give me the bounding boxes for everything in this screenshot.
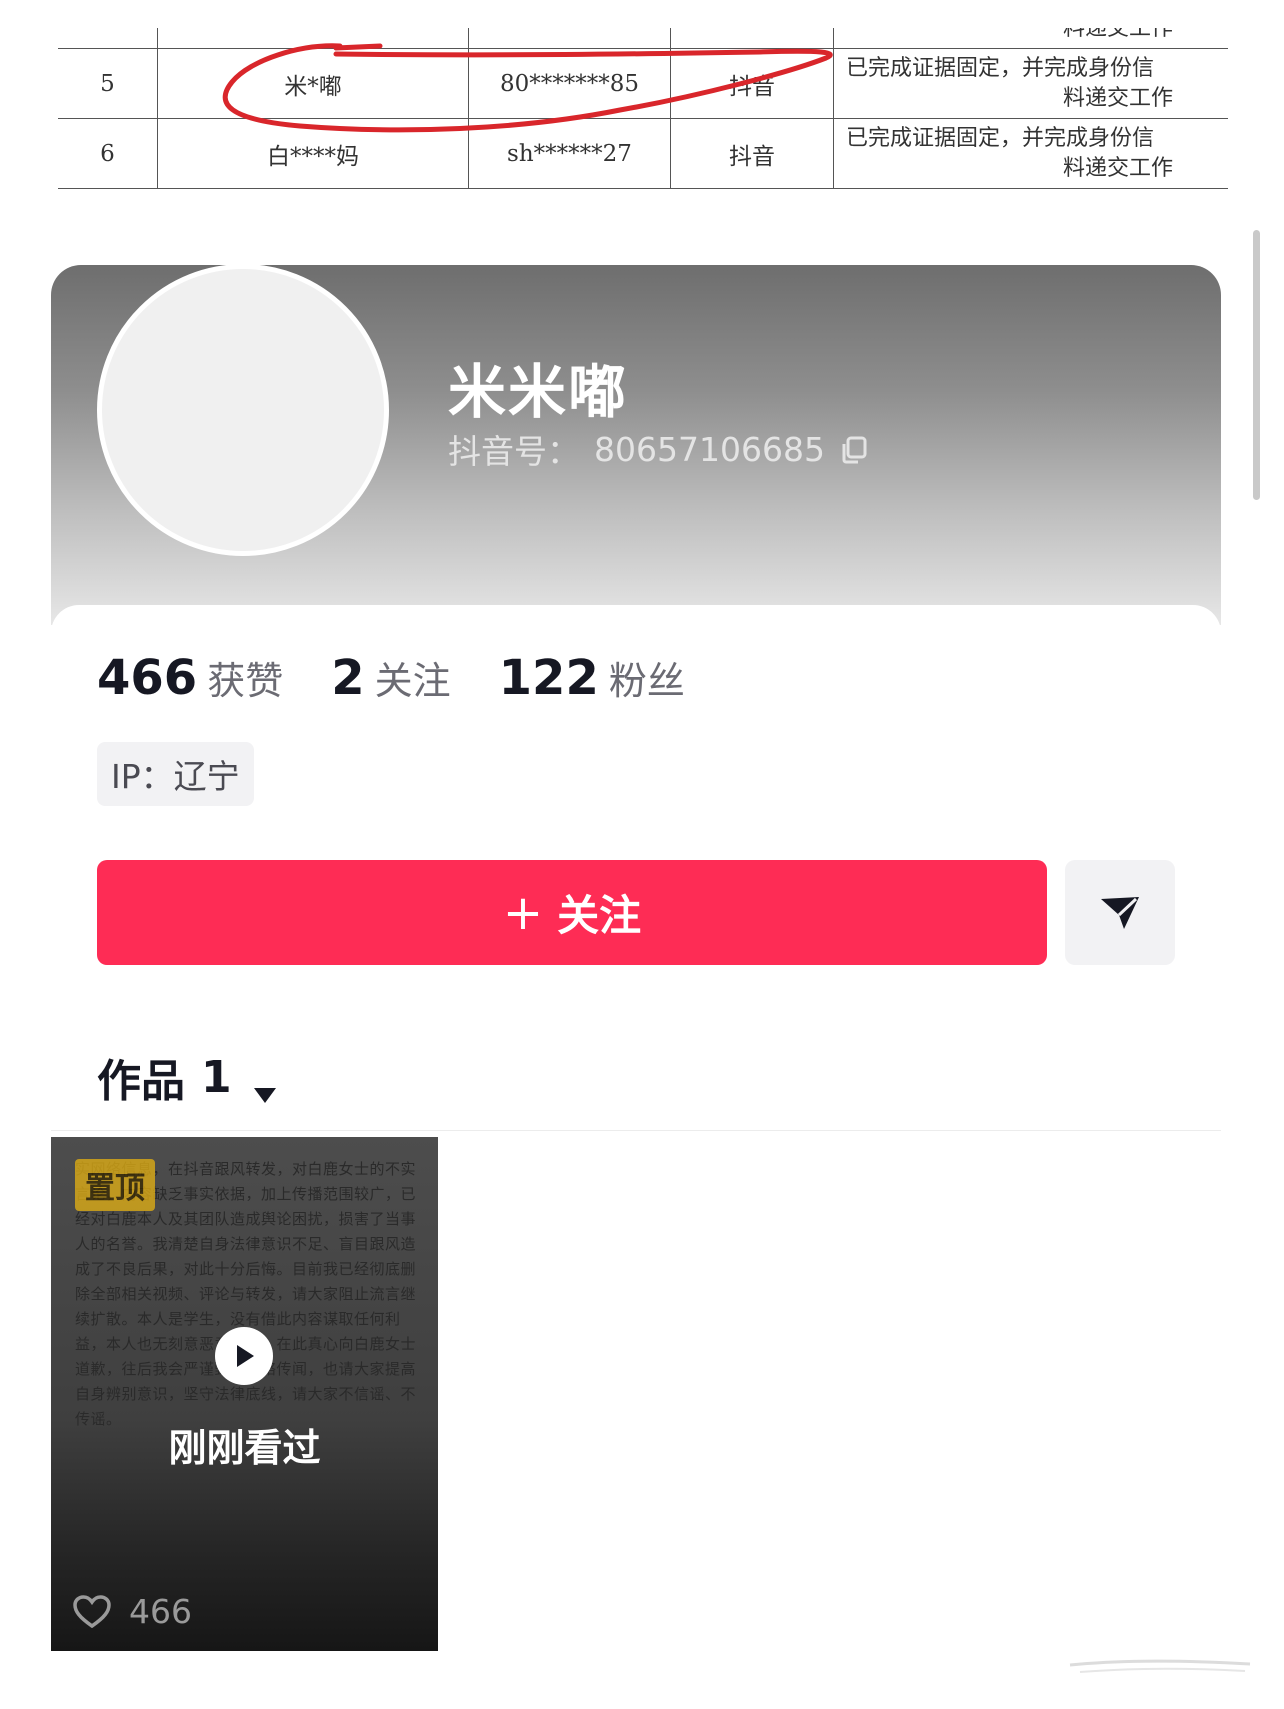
douyin-id-row: 抖音号： 80657106685 <box>448 425 869 473</box>
stat-followers[interactable]: 122 粉丝 <box>499 650 685 706</box>
table-cell-no: 5 <box>58 48 158 119</box>
stat-label: 获赞 <box>207 659 284 703</box>
send-icon <box>1101 896 1139 929</box>
table-cell-name: 米*嘟 <box>157 48 469 119</box>
heart-icon <box>73 1594 111 1628</box>
table-cell-status: 料递交工作 <box>833 28 1228 49</box>
send-message-button[interactable] <box>1065 860 1175 965</box>
recently-watched-label: 刚刚看过 <box>168 1426 321 1470</box>
table-cell-account: 80*******85 <box>468 48 671 119</box>
tab-divider <box>51 1130 1221 1131</box>
avatar[interactable] <box>97 264 389 556</box>
douyin-id-label: 抖音号： <box>448 432 580 471</box>
stat-value: 466 <box>97 650 198 706</box>
pinned-badge: 置顶 <box>75 1159 155 1211</box>
copy-icon[interactable] <box>839 434 869 464</box>
caret-down-icon <box>252 1066 278 1103</box>
table-row: 6 白****妈 sh******27 抖音 已完成证据固定，并完成身份信 料递… <box>58 118 1228 189</box>
table-row: 5 米*嘟 80*******85 抖音 已完成证据固定，并完成身份信 料递交工… <box>58 48 1228 119</box>
douyin-id-value: 80657106685 <box>594 429 825 469</box>
table-cell-status: 已完成证据固定，并完成身份信 料递交工作 <box>833 118 1228 189</box>
table-cell-status: 已完成证据固定，并完成身份信 料递交工作 <box>833 48 1228 119</box>
table-cell-account: sh******27 <box>468 118 671 189</box>
works-count: 1 <box>201 1051 232 1103</box>
profile-nickname: 米米嘟 <box>448 358 629 426</box>
video-likes: 466 <box>73 1592 192 1631</box>
tab-works[interactable]: 作品 1 <box>97 1045 278 1109</box>
document-table-excerpt: 料递交工作 5 米*嘟 80*******85 抖音 已完成证据固定，并完成身份… <box>0 0 1284 200</box>
table-cell-no: 6 <box>58 118 158 189</box>
follow-button[interactable]: + 关注 <box>97 860 1047 965</box>
likes-count: 466 <box>129 1592 192 1631</box>
table-cell-name: 白****妈 <box>157 118 469 189</box>
table-row: 料递交工作 <box>58 28 1228 49</box>
table-cell-platform: 抖音 <box>670 48 834 119</box>
scrollbar[interactable] <box>1253 230 1260 500</box>
stat-likes[interactable]: 466 获赞 <box>97 650 283 706</box>
stat-label: 粉丝 <box>608 659 685 703</box>
profile-stats: 466 获赞 2 关注 122 粉丝 <box>97 650 733 706</box>
watermark-logo <box>1040 1648 1260 1682</box>
ip-location-badge: IP：辽宁 <box>97 742 254 806</box>
stat-following[interactable]: 2 关注 <box>331 650 450 706</box>
stat-label: 关注 <box>374 659 451 703</box>
play-icon[interactable] <box>215 1327 273 1385</box>
works-tab-label: 作品 <box>97 1056 185 1107</box>
table-cell-platform: 抖音 <box>670 118 834 189</box>
evidence-table: 料递交工作 5 米*嘟 80*******85 抖音 已完成证据固定，并完成身份… <box>58 28 1228 189</box>
stat-value: 122 <box>498 650 599 706</box>
follow-label: 关注 <box>557 891 642 940</box>
video-thumbnail[interactable]: 实网络信息，在抖音跟风转发，对白鹿女士的不实言论，内容缺乏事实依据，加上传播范围… <box>51 1137 438 1651</box>
plus-icon: + <box>502 884 544 941</box>
stat-value: 2 <box>331 650 365 706</box>
